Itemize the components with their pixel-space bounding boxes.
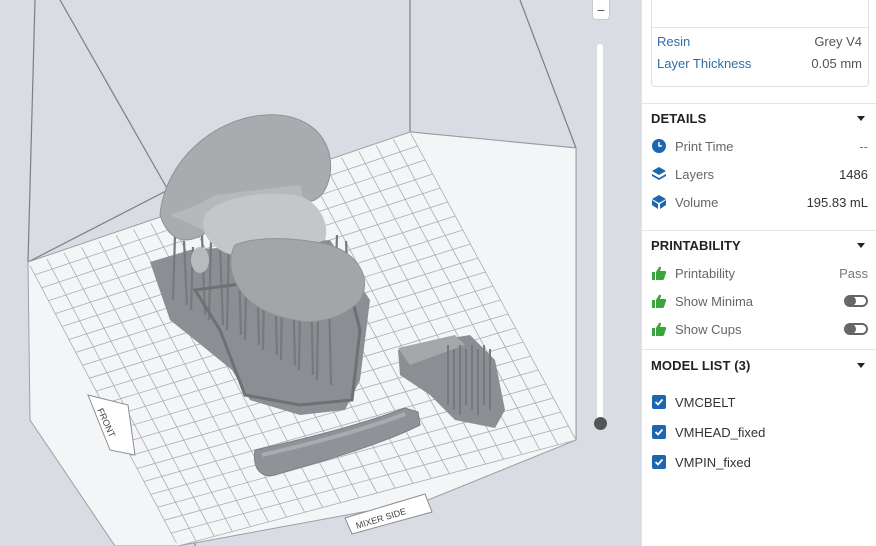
model-checkbox[interactable] [652, 425, 666, 439]
volume-value: 195.83 mL [806, 194, 868, 210]
details-header[interactable]: DETAILS [642, 104, 876, 132]
layers-value: 1486 [839, 166, 868, 182]
volume-row: Volume 195.83 mL [642, 188, 876, 216]
layers-icon [651, 166, 667, 182]
model-list-item[interactable]: VMCBELT [642, 387, 876, 417]
model-list-item[interactable]: VMPIN_fixed [642, 447, 876, 477]
model-list-header[interactable]: MODEL LIST (3) [642, 351, 876, 379]
resin-value: Grey V4 [814, 34, 862, 49]
clock-icon [651, 138, 667, 154]
show-cups-label: Show Cups [675, 321, 742, 337]
printability-title: PRINTABILITY [651, 237, 741, 253]
show-minima-toggle[interactable] [844, 295, 868, 307]
print-time-row: Print Time -- [642, 132, 876, 160]
printability-row: Printability Pass [642, 259, 876, 287]
resin-row[interactable]: Resin Grey V4 [657, 34, 862, 49]
model-name: VMCBELT [675, 394, 736, 410]
layer-slider-track[interactable] [597, 44, 603, 422]
printability-label: Printability [675, 265, 735, 281]
volume-icon [651, 194, 667, 210]
side-panel: Resin Grey V4 Layer Thickness 0.05 mm DE… [641, 0, 876, 546]
layers-label: Layers [675, 166, 715, 182]
model-list-item[interactable]: VMHEAD_fixed [642, 417, 876, 447]
model-name: VMPIN_fixed [675, 454, 751, 470]
build-scene[interactable]: FRONT MIXER SIDE [0, 0, 641, 546]
3d-viewport[interactable]: FRONT MIXER SIDE − [0, 0, 641, 546]
caret-down-icon [857, 362, 865, 368]
layer-thickness-value: 0.05 mm [811, 56, 862, 71]
model-checkbox[interactable] [652, 395, 666, 409]
show-cups-toggle[interactable] [844, 323, 868, 335]
model-name: VMHEAD_fixed [675, 424, 766, 440]
show-cups-row: Show Cups [642, 315, 876, 343]
printability-value: Pass [839, 265, 868, 281]
layers-row: Layers 1486 [642, 160, 876, 188]
zoom-out-button[interactable]: − [592, 0, 610, 20]
thumbs-up-icon [651, 321, 667, 337]
layer-slider-handle[interactable] [594, 417, 607, 430]
layer-thickness-row[interactable]: Layer Thickness 0.05 mm [657, 56, 862, 71]
details-title: DETAILS [651, 110, 707, 126]
model-checkbox[interactable] [652, 455, 666, 469]
details-section: DETAILS Print Time -- Layers 1486 Volume… [642, 104, 876, 216]
show-minima-label: Show Minima [675, 293, 754, 309]
print-time-label: Print Time [675, 138, 734, 154]
layer-thickness-label: Layer Thickness [657, 56, 752, 71]
show-minima-row: Show Minima [642, 287, 876, 315]
caret-down-icon [857, 242, 865, 248]
printability-header[interactable]: PRINTABILITY [642, 231, 876, 259]
thumbs-up-icon [651, 293, 667, 309]
print-time-value: -- [859, 138, 868, 154]
thumbs-up-icon [651, 265, 667, 281]
printability-section: PRINTABILITY Printability Pass Show Mini… [642, 231, 876, 343]
caret-down-icon [857, 115, 865, 121]
resin-label: Resin [657, 34, 691, 49]
model-list-section: MODEL LIST (3) VMCBELT VMHEAD_fixed VMPI… [642, 351, 876, 477]
volume-label: Volume [675, 194, 719, 210]
model-list-title: MODEL LIST (3) [651, 357, 751, 373]
